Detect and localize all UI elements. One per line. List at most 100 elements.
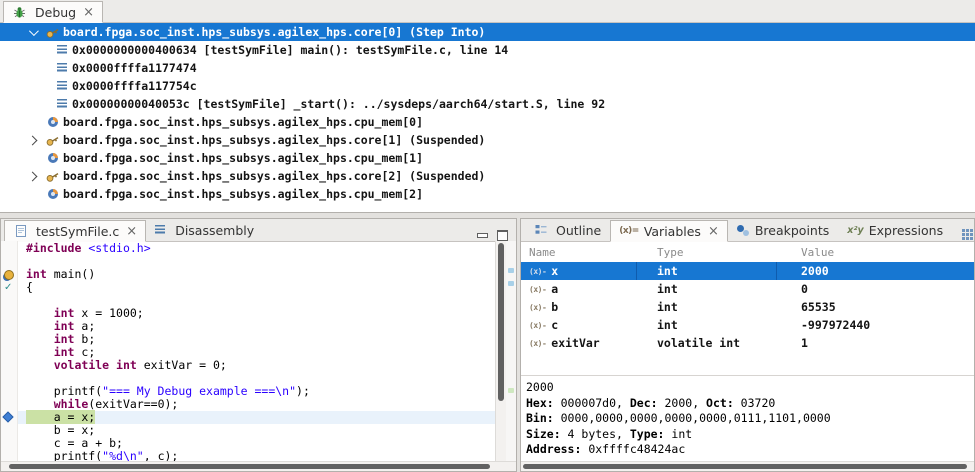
column-header-value[interactable]: Value [777,246,974,259]
tab-expressions[interactable]: x²y Expressions [838,219,952,241]
variable-type: int [637,280,777,298]
debug-tree-item[interactable]: 0x0000ffffa1177474 [0,59,975,77]
detail-line: Bin: 0000,0000,0000,0000,0000,0111,1101,… [526,411,974,427]
close-icon[interactable]: × [83,6,94,19]
stack-frame-icon [57,81,67,91]
stack-frame-icon [57,45,67,55]
variable-value[interactable]: 0 [777,280,974,298]
debug-tree-item-label: board.fpga.soc_inst.hps_subsys.agilex_hp… [63,187,423,201]
code-line[interactable]: printf("%d\n", c); [18,450,495,461]
debug-tree-item[interactable]: 0x00000000040053c [testSymFile] _start()… [0,95,975,113]
variable-name: b [551,300,558,314]
chevron-right-icon[interactable] [28,171,38,181]
variable-row[interactable]: (x)- x int2000 [521,262,974,280]
tab-source-file[interactable]: testSymFile.c × [4,220,146,242]
tab-disassembly[interactable]: Disassembly [146,219,263,241]
code-line[interactable]: { [18,281,495,294]
variable-name: exitVar [551,336,599,350]
editor-horizontal-scrollbar[interactable] [1,461,516,471]
variable-icon: (x)- [529,339,546,348]
breakpoint-icon[interactable] [4,270,14,280]
scrollbar-thumb[interactable] [523,464,967,469]
debug-tree-item-label: 0x0000ffffa117754c [72,79,197,93]
maximize-icon[interactable] [497,230,508,241]
variable-value[interactable]: 2000 [777,262,974,280]
debug-view-tabbar: Debug × [0,0,975,23]
minimize-icon[interactable] [477,233,488,238]
tab-label: Variables [644,224,701,239]
debug-tree-item-label: 0x0000000000400634 [testSymFile] main():… [72,43,508,57]
column-header-name[interactable]: Name [521,246,637,259]
debug-tree-item[interactable]: board.fpga.soc_inst.hps_subsys.agilex_hp… [0,167,975,185]
chevron-down-icon[interactable] [29,26,39,36]
editor-overview-ruler[interactable] [506,241,516,461]
overview-annotation[interactable] [508,281,514,286]
detail-line: 2000 [526,380,974,396]
variables-table: (x)-xint2000(x)-aint0(x)-bint65535(x)-ci… [521,262,974,352]
variables-view-panel: Outline (x)= Variables × Breakpoints x²y… [520,218,975,472]
detail-line: Size: 4 bytes, Type: int [526,427,974,443]
variable-row[interactable]: (x)- a int0 [521,280,974,298]
tab-label: Debug [35,5,76,20]
debug-tree-item-label: board.fpga.soc_inst.hps_subsys.agilex_hp… [63,25,485,39]
debug-tree-item[interactable]: 0x0000ffffa117754c [0,77,975,95]
code-line[interactable]: int main() [18,268,495,281]
variable-row[interactable]: (x)-cint-997972440 [521,316,974,334]
detail-line: Address: 0xffffc48424ac [526,442,974,458]
overview-annotation[interactable] [508,268,514,273]
variable-name: c [551,318,558,332]
code-line[interactable]: #include <stdio.h> [18,242,495,255]
debug-tree-item[interactable]: board.fpga.soc_inst.hps_subsys.agilex_hp… [0,23,975,41]
debug-tree-item-label: 0x0000ffffa1177474 [72,61,197,75]
tab-label: Breakpoints [755,223,829,238]
variable-row[interactable]: (x)-bint65535 [521,298,974,316]
variable-type: int [637,262,777,280]
tab-breakpoints[interactable]: Breakpoints [728,219,838,241]
tab-outline[interactable]: Outline [524,219,610,241]
debug-bug-icon [12,6,27,19]
debug-tree-item[interactable]: 0x0000000000400634 [testSymFile] main():… [0,41,975,59]
variable-icon: (x)- [529,267,546,276]
debug-tree-item[interactable]: board.fpga.soc_inst.hps_subsys.agilex_hp… [0,149,975,167]
editor-vertical-scrollbar[interactable] [495,241,506,461]
column-header-type[interactable]: Type [637,246,777,259]
variable-name: a [551,282,558,296]
code-line[interactable]: volatile int exitVar = 0; [18,359,495,372]
variable-icon: (x)- [529,303,546,312]
outline-icon [533,224,548,236]
source-code-area[interactable]: #include <stdio.h>int main(){ int x = 10… [18,241,495,461]
variable-row[interactable]: (x)-exitVarvolatile int1 [521,334,974,352]
breakpoints-icon [737,224,750,236]
variable-value[interactable]: 1 [777,334,974,352]
scrollbar-thumb[interactable] [498,243,504,401]
variable-value[interactable]: -997972440 [777,316,974,334]
overview-annotation[interactable] [508,388,514,393]
close-icon[interactable]: × [708,225,719,238]
eclipse-debug-perspective: Debug × board.fpga.soc_inst.hps_subsys.a… [0,0,975,472]
tab-debug[interactable]: Debug × [3,1,103,23]
variable-icon: (x)- [529,285,546,294]
debug-tree-item[interactable]: board.fpga.soc_inst.hps_subsys.agilex_hp… [0,113,975,131]
tab-registers[interactable]: Registers [952,219,975,241]
debug-tree-item[interactable]: board.fpga.soc_inst.hps_subsys.agilex_hp… [0,185,975,203]
memory-icon [45,152,60,164]
stack-frame-icon [57,63,67,73]
thread-icon [45,134,60,147]
disassembly-icon [155,225,165,235]
scrollbar-thumb[interactable] [9,464,490,469]
thread-icon [45,170,60,183]
thread-icon [45,26,60,39]
editor-annotation-ruler[interactable]: ✓ [1,241,18,461]
tab-variables[interactable]: (x)= Variables × [610,220,728,242]
tab-label: testSymFile.c [36,224,119,239]
stack-frame-icon [57,99,67,109]
memory-icon [45,116,60,128]
variable-type: int [637,316,777,334]
chevron-right-icon[interactable] [28,135,38,145]
debug-tree-item[interactable]: board.fpga.soc_inst.hps_subsys.agilex_hp… [0,131,975,149]
close-icon[interactable]: × [126,225,137,238]
variables-horizontal-scrollbar[interactable] [521,461,974,471]
variable-value[interactable]: 65535 [777,298,974,316]
variable-detail-pane[interactable]: 2000Hex: 000007d0, Dec: 2000, Oct: 03720… [521,375,974,461]
variable-name: x [551,264,558,278]
